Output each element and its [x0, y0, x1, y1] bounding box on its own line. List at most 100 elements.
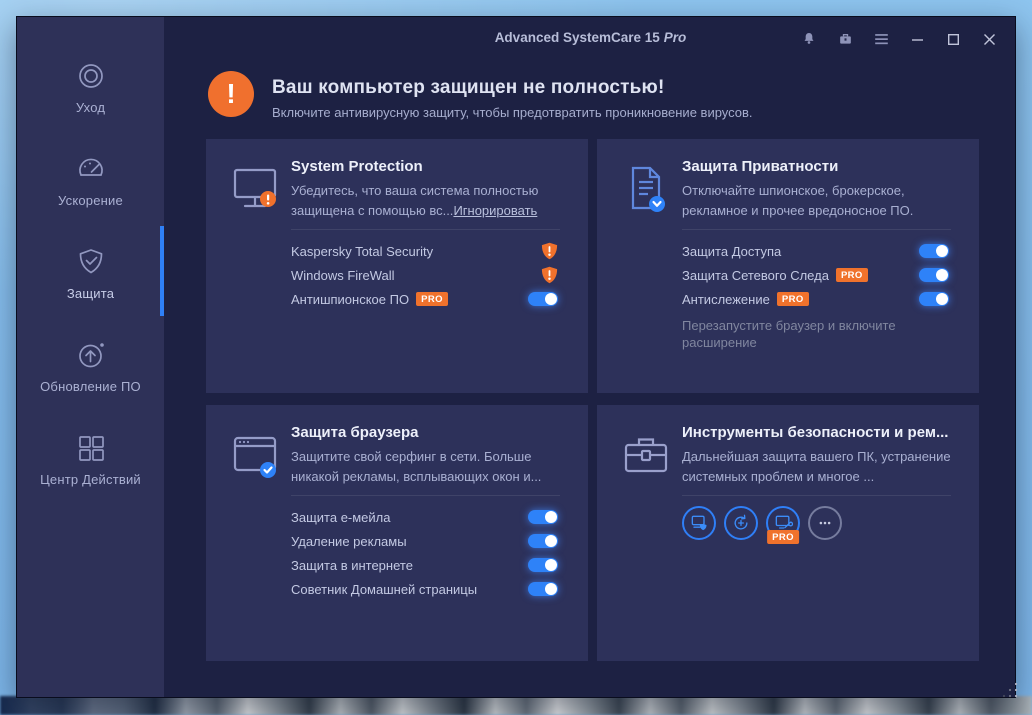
- sidebar-item-speedup[interactable]: Ускорение: [17, 154, 164, 224]
- card-title: System Protection: [291, 158, 423, 175]
- item-label: Защита в интернете: [291, 557, 413, 573]
- close-button[interactable]: [971, 17, 1007, 61]
- pro-badge: PRO: [767, 530, 799, 544]
- alert-header: Ваш компьютер защищен не полностью! Вклю…: [272, 77, 753, 120]
- sidebar-item-protect[interactable]: Защита: [17, 247, 164, 317]
- sidebar-item-label: Защита: [66, 286, 115, 301]
- item-label: Антислежение: [682, 291, 770, 307]
- document-shield-icon: [631, 166, 665, 212]
- sidebar-item-care[interactable]: Уход: [17, 61, 164, 131]
- toggle-knob: [545, 583, 557, 595]
- card-description: Убедитесь, что ваша система полностью за…: [291, 181, 563, 221]
- resize-grip[interactable]: [1001, 681, 1019, 699]
- browser-restart-note: Перезапустите браузер и включите расшире…: [682, 318, 896, 350]
- list-item: Удаление рекламы: [291, 529, 558, 553]
- pc-security-button[interactable]: [682, 506, 716, 540]
- shield-check-icon: [79, 249, 102, 274]
- divider: [682, 495, 951, 496]
- speedometer-icon: [78, 158, 103, 176]
- list-item: Kaspersky Total Security: [291, 239, 558, 263]
- card-browser-protection: Защита браузера Защитите свой серфинг в …: [206, 405, 588, 661]
- toggle-anti-tracking[interactable]: [919, 292, 949, 306]
- notifications-button[interactable]: [791, 17, 827, 61]
- toggle-knob: [936, 269, 948, 281]
- sidebar-item-label: Центр Действий: [40, 472, 141, 487]
- main-area: Advanced SystemCare 15 Pro ! Ваш компьют…: [164, 17, 1017, 697]
- divider: [291, 229, 560, 230]
- minimize-icon: [911, 38, 923, 41]
- warning-shield-icon[interactable]: [541, 266, 558, 284]
- card-security-tools: Инструменты безопасности и рем... Дальне…: [597, 405, 979, 661]
- close-icon: [983, 33, 995, 45]
- toggle-surfing-protection[interactable]: [528, 558, 558, 572]
- list-item: Антишпионское ПО PRO: [291, 287, 558, 311]
- list-item: Защита e-мейла: [291, 505, 558, 529]
- sidebar-item-label: Обновление ПО: [40, 379, 141, 394]
- sidebar-item-action-center[interactable]: Центр Действий: [17, 433, 164, 503]
- desktop-background: Уход Ускорение Защита Обновление ПО Цент…: [0, 0, 1032, 715]
- care-rings-icon: [78, 64, 103, 88]
- toggle-knob: [936, 293, 948, 305]
- item-label: Удаление рекламы: [291, 533, 407, 549]
- list-item: Защита Сетевого Следа PRO: [682, 263, 949, 287]
- sidebar-item-label: Уход: [75, 100, 106, 115]
- pro-badge: PRO: [776, 292, 809, 306]
- tool-pc-repair: PRO: [766, 506, 800, 544]
- alert-title: Ваш компьютер защищен не полностью!: [272, 77, 665, 98]
- item-label: Антишпионское ПО: [291, 291, 410, 307]
- card-title: Инструменты безопасности и рем...: [682, 424, 949, 441]
- list-item: Защита Доступа: [682, 239, 949, 263]
- titlebar-buttons: [791, 17, 1007, 61]
- toggle-access-protection[interactable]: [919, 244, 949, 258]
- tool-system-restore: [724, 506, 758, 540]
- pro-badge: PRO: [835, 268, 868, 282]
- minimize-button[interactable]: [899, 17, 935, 61]
- desktop-photo-strip: [0, 696, 1032, 715]
- titlebar: Advanced SystemCare 15 Pro: [164, 17, 1017, 61]
- toggle-knob: [545, 511, 557, 523]
- sidebar-item-software-updater[interactable]: Обновление ПО: [17, 340, 164, 410]
- browser-list: Защита e-мейла Удаление рекламы Защита в…: [291, 505, 558, 601]
- card-title: Защита Приватности: [682, 158, 839, 175]
- item-label: Советник Домашней страницы: [291, 581, 478, 597]
- tool-buttons: PRO: [682, 506, 842, 544]
- list-item: Антислежение PRO: [682, 287, 949, 311]
- pro-badge: PRO: [416, 292, 448, 306]
- item-label: Защита Доступа: [682, 243, 782, 259]
- privacy-list: Защита Доступа Защита Сетевого Следа PRO…: [682, 239, 949, 311]
- item-label: Защита Сетевого Следа: [682, 267, 829, 283]
- alert-subtitle: Включите антивирусную защиту, чтобы пред…: [272, 105, 753, 120]
- maximize-icon: [947, 33, 959, 45]
- card-description: Защитите свой серфинг в сети. Больше ник…: [291, 449, 542, 484]
- toggle-homepage-advisor[interactable]: [528, 582, 558, 596]
- divider: [682, 229, 951, 230]
- item-label: Защита e-мейла: [291, 509, 391, 525]
- toggle-knob: [545, 535, 557, 547]
- card-title: Защита браузера: [291, 424, 419, 441]
- toggle-email-protection[interactable]: [528, 510, 558, 524]
- monitor-warning-icon: [233, 168, 277, 208]
- toggle-knob: [545, 293, 557, 305]
- more-tools-button[interactable]: [808, 506, 842, 540]
- toggle-antispyware[interactable]: [528, 292, 558, 306]
- warning-shield-icon[interactable]: [541, 242, 558, 260]
- card-description: Отключайте шпионское, брокерское, реклам…: [682, 183, 914, 218]
- toggle-digital-fingerprint[interactable]: [919, 268, 949, 282]
- item-label: Windows FireWall: [291, 267, 395, 283]
- toggle-knob: [936, 245, 948, 257]
- update-arrow-icon: [78, 343, 104, 368]
- toggle-ads-removal[interactable]: [528, 534, 558, 548]
- list-item: Советник Домашней страницы: [291, 577, 558, 601]
- cards-grid: System Protection Убедитесь, что ваша си…: [206, 139, 979, 661]
- ignore-link[interactable]: Игнорировать: [453, 203, 537, 218]
- hamburger-icon: [874, 34, 888, 45]
- item-label: Kaspersky Total Security: [291, 243, 434, 259]
- alert-exclamation-icon: !: [208, 71, 254, 117]
- system-restore-button[interactable]: [724, 506, 758, 540]
- list-item: Защита в интернете: [291, 553, 558, 577]
- protection-list: Kaspersky Total Security Windows FireWal…: [291, 239, 558, 311]
- maximize-button[interactable]: [935, 17, 971, 61]
- store-button[interactable]: [827, 17, 863, 61]
- menu-button[interactable]: [863, 17, 899, 61]
- list-item: Windows FireWall: [291, 263, 558, 287]
